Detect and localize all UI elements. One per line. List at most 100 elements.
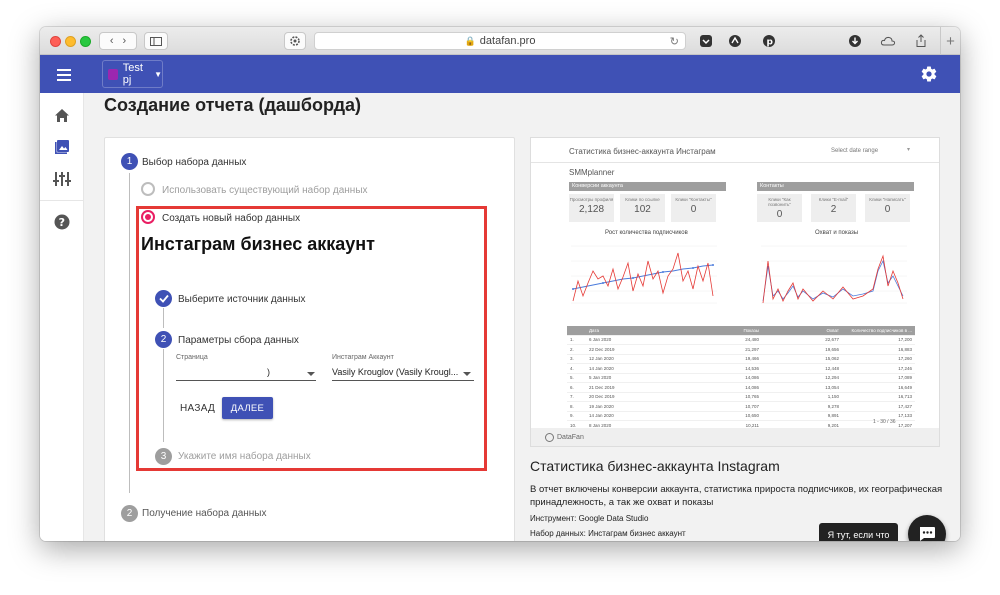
- cell: 24,480: [745, 337, 759, 343]
- kpi-label: Клики "Написать": [869, 197, 906, 202]
- preview-subscribers-chart: [571, 245, 717, 304]
- settings-button[interactable]: [284, 32, 306, 50]
- cell: 19 Jan 2020: [589, 403, 614, 409]
- kpi-value: 2: [830, 204, 837, 215]
- sub-connector-line: [163, 308, 164, 328]
- cell: 12 Jan 2020: [589, 356, 614, 362]
- back-button[interactable]: НАЗАД: [180, 403, 215, 414]
- kpi-value: 0: [884, 204, 891, 215]
- pinterest-extension[interactable]: p: [758, 32, 780, 50]
- page-field-underline: [176, 380, 316, 381]
- back-forward-buttons[interactable]: ‹ ›: [99, 32, 137, 50]
- icloud-button[interactable]: [877, 32, 899, 50]
- cell: 17,246: [898, 365, 912, 371]
- page-field-value[interactable]: ): [267, 367, 270, 377]
- cell: 8.: [570, 403, 574, 409]
- menu-icon[interactable]: [57, 69, 71, 84]
- next-button[interactable]: ДАЛЕЕ: [222, 397, 273, 419]
- kpi-label: Клики "Контакты": [675, 197, 712, 202]
- cell: 14,086: [745, 375, 759, 381]
- new-tab-button[interactable]: +: [940, 27, 960, 55]
- preview-table-header: Дата Показы Охват Количество подписчиков…: [567, 326, 915, 336]
- cell: 22 Dec 2019: [589, 346, 615, 352]
- option-existing-label: Использовать существующий набор данных: [162, 185, 368, 196]
- report-preview[interactable]: Статистика бизнес-аккаунта Инстаграм Sel…: [530, 137, 940, 447]
- reports-icon[interactable]: [53, 138, 71, 156]
- th: Показы: [743, 327, 759, 333]
- description-tool: Инструмент: Google Data Studio: [530, 514, 649, 523]
- maximize-window-button[interactable]: [80, 36, 91, 47]
- kpi-value: 2,128: [578, 204, 605, 215]
- chat-icon: [920, 527, 935, 541]
- cell: 21,297: [745, 346, 759, 352]
- download-icon: [849, 35, 861, 47]
- cell: 1.: [570, 337, 574, 343]
- kpi-value: 102: [634, 204, 651, 215]
- extension-button[interactable]: [724, 32, 746, 50]
- description-title: Статистика бизнес-аккаунта Instagram: [530, 458, 780, 474]
- cell: 10.: [570, 422, 577, 428]
- cell: 20 Dec 2019: [589, 394, 615, 400]
- cell: 5 Jan 2020: [589, 375, 612, 381]
- radio-existing-dataset[interactable]: [141, 182, 155, 196]
- kpi-label: Просмотры профиля: [569, 197, 614, 202]
- preview-report-title: Статистика бизнес-аккаунта Инстаграм: [569, 147, 716, 156]
- cell: 9,891: [827, 413, 839, 419]
- chat-tooltip: Я тут, если что: [819, 523, 898, 541]
- cell: 6 Jan 2020: [589, 337, 612, 343]
- cell: 9,201: [827, 422, 839, 428]
- table-row: 9. 14 Jan 2020 10,650 9,891 17,133: [567, 412, 915, 421]
- step1-label: Выбор набора данных: [142, 157, 247, 168]
- th: Дата: [589, 327, 599, 333]
- project-selector[interactable]: Test pj ▼: [102, 60, 163, 88]
- cell: 17,200: [898, 337, 912, 343]
- cell: 19,656: [825, 346, 839, 352]
- sub2-label: Параметры сбора данных: [178, 335, 299, 346]
- cell: 3.: [570, 356, 574, 362]
- radio-new-dataset[interactable]: [141, 210, 155, 224]
- downloads-button[interactable]: [844, 32, 866, 50]
- forward-arrow-icon[interactable]: ›: [123, 35, 127, 47]
- pocket-extension[interactable]: [695, 32, 717, 50]
- cell: 22,677: [825, 337, 839, 343]
- cell: 17,260: [898, 356, 912, 362]
- kpi-box: Клики по ссылке 102: [620, 194, 665, 222]
- extension-icon: [729, 35, 741, 47]
- kpi-label: Клики по ссылке: [625, 197, 660, 202]
- address-bar[interactable]: 🔒 datafan.pro ↻: [314, 32, 686, 50]
- close-window-button[interactable]: [50, 36, 61, 47]
- account-field-value[interactable]: Vasily Krouglov (Vasily Krougl...: [332, 367, 460, 377]
- help-icon[interactable]: ?: [53, 213, 71, 231]
- kpi-box: Клики "Контакты" 0: [671, 194, 716, 222]
- preview-date-caret-icon: ▾: [907, 147, 911, 153]
- account-dropdown-caret-icon[interactable]: [463, 372, 471, 376]
- account-field-underline: [332, 380, 474, 381]
- sub1-check-icon: [155, 290, 172, 307]
- equalizer-icon[interactable]: [53, 170, 71, 188]
- preview-reach-chart: [761, 245, 907, 304]
- page-title: Создание отчета (дашборда): [104, 95, 362, 115]
- table-row: 8. 19 Jan 2020 10,707 9,278 17,427: [567, 402, 915, 412]
- share-button[interactable]: [910, 32, 932, 50]
- plus-icon: +: [946, 32, 955, 50]
- back-arrow-icon[interactable]: ‹: [110, 35, 114, 47]
- chat-button[interactable]: [908, 515, 946, 541]
- home-icon[interactable]: [53, 106, 71, 124]
- cell: 7.: [570, 394, 574, 400]
- cell: 1,150: [827, 394, 839, 400]
- settings-gear-icon[interactable]: [920, 65, 938, 83]
- report-preview-canvas: Статистика бизнес-аккаунта Инстаграм Sel…: [531, 138, 939, 431]
- reload-icon[interactable]: ↻: [670, 35, 679, 48]
- share-icon: [916, 34, 926, 47]
- page-dropdown-caret-icon[interactable]: [307, 372, 315, 376]
- cell: 10,765: [745, 394, 759, 400]
- main-content: Создание отчета (дашборда) 1 Выбор набор…: [84, 93, 960, 541]
- minimize-window-button[interactable]: [65, 36, 76, 47]
- sub3-label: Укажите имя набора данных: [178, 451, 311, 462]
- preview-conversions-header: Конверсии аккаунта: [569, 182, 726, 191]
- kpi-box: Клики "E-mail" 2: [811, 194, 856, 222]
- sidebar-toggle-button[interactable]: [144, 32, 168, 50]
- preview-contacts-header: Контакты: [757, 182, 914, 191]
- chevron-down-icon: ▼: [154, 69, 162, 79]
- left-sidebar: ?: [40, 93, 84, 541]
